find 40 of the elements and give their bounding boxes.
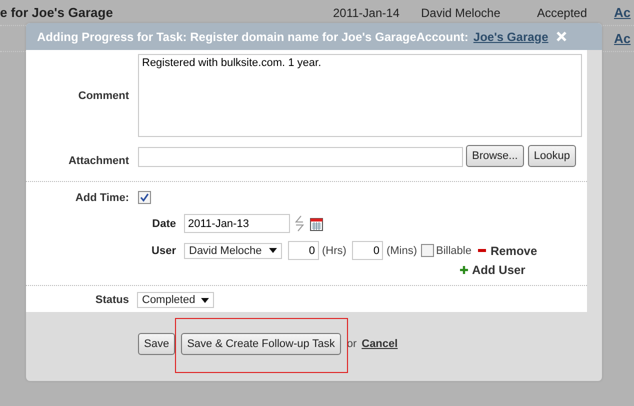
billable-label: Billable <box>436 244 472 256</box>
lookup-button[interactable]: Lookup <box>528 145 576 167</box>
background-text: e for Joe's Garage <box>0 5 114 20</box>
status-label: Status <box>94 294 129 306</box>
background-link[interactable]: Ac <box>614 31 631 46</box>
plus-icon <box>460 266 468 274</box>
billable-checkbox[interactable] <box>421 244 434 257</box>
comment-label: Comment <box>77 90 129 102</box>
background-text: 2011-Jan-14 <box>333 6 400 20</box>
cancel-link[interactable]: Cancel <box>362 338 398 350</box>
minus-icon <box>478 249 486 252</box>
attachment-field[interactable] <box>138 147 463 167</box>
caret-icon <box>269 248 277 253</box>
background-text: Accepted <box>537 6 588 20</box>
add-user-link[interactable]: Add User <box>460 263 526 277</box>
minutes-unit: (Mins) <box>386 244 417 256</box>
add-time-checkbox[interactable] <box>138 191 151 204</box>
add-time-label: Add Time: <box>74 192 129 204</box>
close-icon[interactable] <box>556 31 568 42</box>
date-label: Date <box>151 218 176 230</box>
attachment-label: Attachment <box>67 155 129 167</box>
save-button[interactable]: Save <box>138 333 176 355</box>
user-dropdown[interactable]: David Meloche <box>184 242 282 258</box>
status-dropdown[interactable]: Completed <box>137 292 214 308</box>
caret-icon <box>201 298 210 302</box>
browse-button[interactable]: Browse... <box>466 145 524 167</box>
user-label: User <box>150 244 176 256</box>
minutes-field[interactable]: 0 <box>352 241 384 260</box>
hours-unit: (Hrs) <box>322 244 346 256</box>
calendar-icon[interactable] <box>310 216 323 230</box>
account-link[interactable]: Joe's Garage <box>473 30 548 44</box>
comment-field[interactable]: Registered with bulksite.com. 1 year. <box>138 54 582 137</box>
swap-arrows-icon[interactable] <box>295 215 304 232</box>
date-field[interactable]: 2011-Jan-13 <box>184 214 290 233</box>
hours-field[interactable]: 0 <box>288 241 319 260</box>
save-follow-up-button[interactable]: Save & Create Follow-up Task <box>181 333 341 355</box>
remove-link[interactable]: Remove <box>478 244 538 258</box>
background-link[interactable]: Ac <box>614 5 631 20</box>
background-text: David Meloche <box>421 6 502 20</box>
dialog-title: Adding Progress for Task: Register domain name for Joe's GarageAccount: <box>37 30 468 44</box>
